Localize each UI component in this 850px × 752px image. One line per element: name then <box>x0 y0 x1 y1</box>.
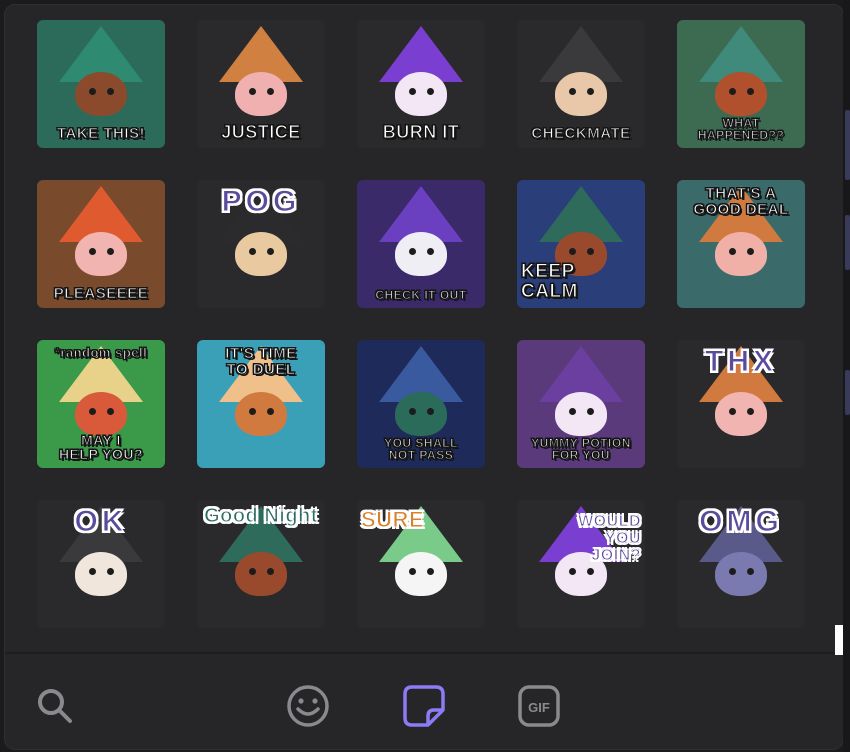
sticker-3[interactable]: BURN IT <box>357 20 485 148</box>
sticker-caption: KEEP CALM <box>521 261 578 303</box>
picker-toolbar: GIF <box>5 652 843 749</box>
search-icon <box>38 689 72 723</box>
sticker-12[interactable]: IT'S TIME TO DUEL <box>197 340 325 468</box>
sticker-1[interactable]: TAKE THIS! <box>37 20 165 148</box>
emoji-icon <box>287 685 329 727</box>
sticker-caption: OK <box>74 505 128 538</box>
sticker-18[interactable]: SURE <box>357 500 485 628</box>
sticker-8[interactable]: CHECK IT OUT <box>357 180 485 308</box>
sticker-caption: MAY I HELP YOU? <box>58 431 144 463</box>
sticker-caption: BURN IT <box>382 122 460 143</box>
sticker-caption: YUMMY POTION FOR YOU <box>531 435 631 463</box>
sticker-2[interactable]: JUSTICE <box>197 20 325 148</box>
scrollbar-fragment <box>835 625 843 655</box>
sticker-caption: WHAT HAPPENED?? <box>697 115 785 143</box>
sticker-15[interactable]: THX <box>677 340 805 468</box>
sticker-button[interactable] <box>402 684 446 728</box>
sticker-caption: THAT'S A GOOD DEAL <box>693 185 789 218</box>
emoji-button[interactable] <box>286 684 330 728</box>
sticker-16[interactable]: OK <box>37 500 165 628</box>
gif-button[interactable]: GIF <box>517 684 561 728</box>
gif-icon: GIF <box>518 685 560 727</box>
sticker-11[interactable]: *random spell MAY I HELP YOU? <box>37 340 165 468</box>
svg-text:GIF: GIF <box>528 700 550 715</box>
search-button[interactable] <box>33 684 77 728</box>
sticker-caption: TAKE THIS! <box>56 125 146 143</box>
sticker-5[interactable]: WHAT HAPPENED?? <box>677 20 805 148</box>
sticker-20[interactable]: OMG <box>677 500 805 628</box>
sticker-10[interactable]: THAT'S A GOOD DEAL <box>677 180 805 308</box>
sticker-6[interactable]: PLEASEEEE <box>37 180 165 308</box>
sticker-caption: SURE <box>361 507 425 532</box>
sticker-14[interactable]: YUMMY POTION FOR YOU <box>517 340 645 468</box>
sticker-caption: WOULD YOU JOIN? <box>578 513 641 565</box>
sticker-caption: *random spell <box>54 345 148 360</box>
sticker-caption: Good Night <box>204 505 318 527</box>
sticker-icon <box>403 685 445 727</box>
sticker-caption: THX <box>705 345 777 378</box>
sticker-caption: YOU SHALL NOT PASS <box>384 435 458 463</box>
sticker-13[interactable]: YOU SHALL NOT PASS <box>357 340 485 468</box>
sticker-caption: PLEASEEEE <box>53 285 149 303</box>
sticker-caption: POG <box>221 185 301 218</box>
sticker-caption: JUSTICE <box>221 122 301 143</box>
sticker-caption: OMG <box>699 505 783 538</box>
sticker-7[interactable]: POG <box>197 180 325 308</box>
sticker-17[interactable]: Good Night <box>197 500 325 628</box>
sticker-9[interactable]: KEEP CALM <box>517 180 645 308</box>
window-edge <box>843 0 850 752</box>
sticker-4[interactable]: CHECKMATE <box>517 20 645 148</box>
sticker-picker-panel: TAKE THIS! JUSTICE BURN IT CHECKMATE WHAT HA… <box>5 5 843 749</box>
sticker-grid: TAKE THIS! JUSTICE BURN IT CHECKMATE WHAT HA… <box>5 5 843 650</box>
sticker-caption: IT'S TIME TO DUEL <box>225 345 297 378</box>
sticker-caption: CHECK IT OUT <box>375 288 467 303</box>
sticker-19[interactable]: WOULD YOU JOIN? <box>517 500 645 628</box>
sticker-caption: CHECKMATE <box>531 125 631 143</box>
